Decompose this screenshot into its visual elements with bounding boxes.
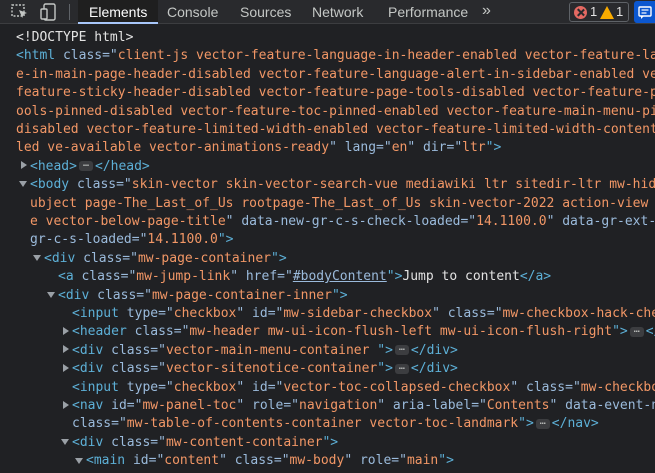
body-class-line: gr-c-s-loaded="14.1100.0"> [30,232,234,248]
devtools-toolbar: Elements Console Sources Network Perform… [0,0,655,24]
jump-link-node[interactable]: <a class="mw-jump-link" href="#bodyConte… [58,268,551,286]
issues-status-badge[interactable]: 1 1 [569,2,629,22]
ellipsis-badge[interactable]: … [394,343,409,356]
expand-arrow-icon[interactable] [63,364,69,372]
warning-icon [600,6,614,19]
error-count: 1 [590,4,598,19]
html-node[interactable]: <html class="client-js vector-feature-la… [16,47,655,65]
error-icon [574,6,587,19]
head-node[interactable]: <head>… </head> [30,158,150,176]
sitenotice-container-node[interactable]: <div class="vector-sitenotice-container"… [72,360,458,378]
panel-toc-nav-line: class="mw-table-of-contents-container ve… [72,415,599,432]
messages-glyph [638,6,652,19]
main-menu-container-node[interactable]: <div class="vector-main-menu-container "… [72,342,458,360]
ellipsis-badge[interactable]: … [394,361,409,374]
messages-icon[interactable] [634,1,655,23]
ellipsis-badge[interactable]: … [629,324,644,337]
tab-elements[interactable]: Elements [78,0,159,24]
expand-arrow-icon[interactable] [21,161,27,169]
content-container-node[interactable]: <div class="mw-content-container"> [72,434,338,452]
html-class-line: disabled vector-feature-limited-width-en… [16,122,655,137]
toolbar-separator [69,4,70,20]
html-class-line: e-in-main-page-header-disabled vector-fe… [16,66,655,82]
html-class-line: ools-pinned-disabled vector-feature-toc-… [16,103,655,119]
ellipsis-badge[interactable]: … [78,159,93,172]
doctype-node[interactable]: <!DOCTYPE html> [16,29,133,47]
body-class-line: e vector-below-page-title" data-new-gr-c… [30,214,655,229]
html-class-line: feature-sticky-header-disabled vector-fe… [16,85,655,101]
header-node[interactable]: <header class="mw-header mw-ui-icon-flus… [72,323,655,341]
expand-arrow-icon[interactable] [63,401,69,409]
tab-network[interactable]: Network [312,0,363,24]
toc-collapsed-checkbox-node[interactable]: <input type="checkbox" id="vector-toc-co… [72,379,655,397]
tab-performance[interactable]: Performance [388,0,468,24]
inspect-element-icon[interactable] [10,2,30,22]
page-container-inner-node[interactable]: <div class="mw-page-container-inner"> [58,287,348,305]
body-node[interactable]: <body class="skin-vector skin-vector-sea… [30,176,655,194]
expand-arrow-icon[interactable] [63,327,69,335]
html-class-line: led ve-available vector-animations-ready… [16,140,502,156]
sidebar-checkbox-node[interactable]: <input type="checkbox" id="mw-sidebar-ch… [72,305,655,323]
more-tabs-icon[interactable]: » [482,0,491,24]
elements-tree: <!DOCTYPE html> <html class="client-js v… [0,24,655,473]
page-container-node[interactable]: <div class="mw-page-container"> [44,250,287,268]
collapse-arrow-icon[interactable] [75,458,83,464]
tab-console[interactable]: Console [167,0,218,24]
body-class-line: ubject page-The_Last_of_Us rootpage-The_… [30,195,655,211]
device-toolbar-icon[interactable] [39,2,59,22]
collapse-arrow-icon[interactable] [47,292,55,298]
collapse-arrow-icon[interactable] [61,439,69,445]
href-link[interactable]: #bodyContent [293,269,387,284]
main-content-node[interactable]: <main id="content" class="mw-body" role=… [86,452,454,470]
ellipsis-badge[interactable]: … [535,416,550,429]
warning-count: 1 [616,4,624,19]
collapse-arrow-icon[interactable] [33,255,41,261]
tab-sources[interactable]: Sources [240,0,291,24]
panel-toc-nav-node[interactable]: <nav id="mw-panel-toc" role="navigation"… [72,397,655,415]
expand-arrow-icon[interactable] [63,345,69,353]
collapse-arrow-icon[interactable] [19,181,27,187]
